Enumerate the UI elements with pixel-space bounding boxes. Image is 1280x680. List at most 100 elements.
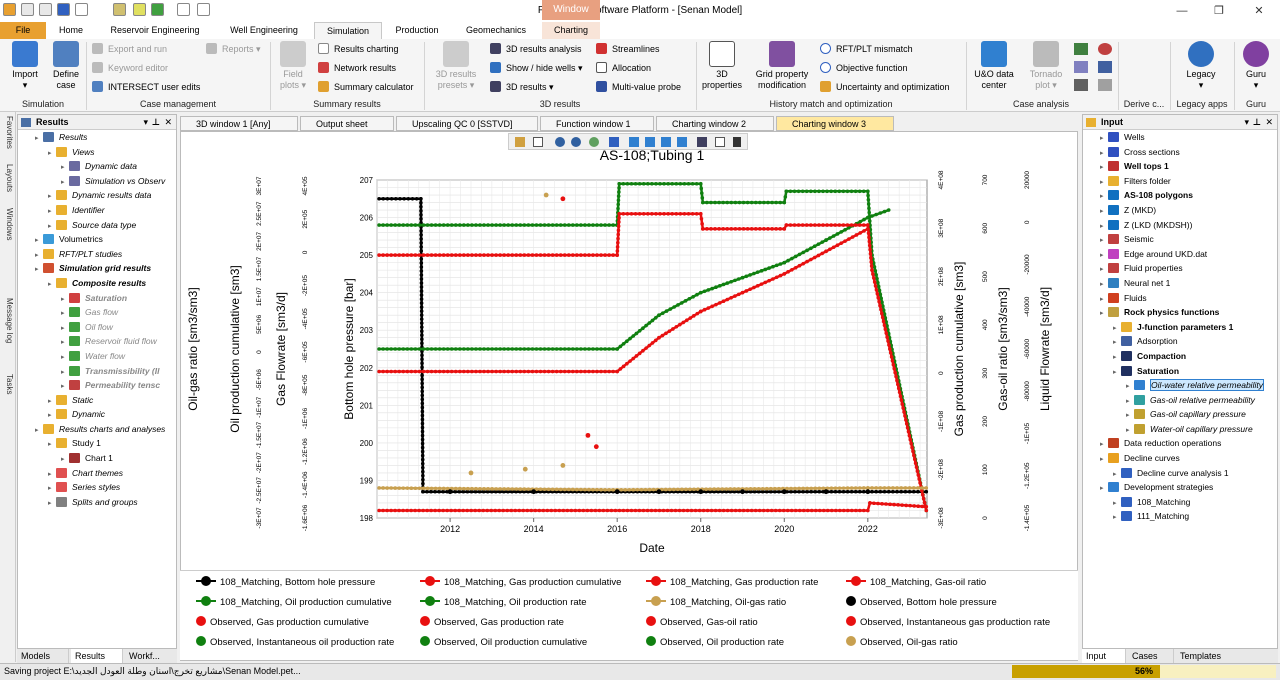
results_panel-tree-item[interactable]: ▸ Oil flow	[18, 320, 176, 335]
objective-function-button[interactable]: Objective function	[820, 62, 908, 75]
pan-icon[interactable]	[515, 137, 525, 147]
tornado-plot-button[interactable]: Tornado plot ▾	[1024, 41, 1068, 91]
dropdown-icon[interactable]: ▾	[143, 115, 148, 130]
results_panel-tree-item[interactable]: ▸ Views	[18, 145, 176, 160]
input_panel-tree-item[interactable]: ▸ Edge around UKD.dat	[1083, 247, 1277, 262]
favorites-side-tab[interactable]: Favorites	[2, 116, 14, 149]
expand-icon[interactable]: ▸	[48, 497, 56, 512]
input_panel-tree-item[interactable]: ▸ Rock physics functions	[1083, 305, 1277, 320]
input_panel-tree-item[interactable]: ▸ Compaction	[1083, 349, 1277, 364]
tab-charting-window-2[interactable]: Charting window 2	[656, 116, 774, 131]
3d-properties-button[interactable]: 3D properties	[700, 41, 744, 91]
grid-property-modification-button[interactable]: Grid property modification	[750, 41, 814, 91]
tab-well-engineering[interactable]: Well Engineering	[218, 22, 310, 39]
legend-item[interactable]: Observed, Oil production rate	[646, 633, 784, 653]
tab-charting[interactable]: Charting	[542, 22, 600, 39]
results_panel-tree-item[interactable]: ▸ RFT/PLT studies	[18, 247, 176, 262]
legend-item[interactable]: Observed, Gas-oil ratio	[646, 613, 758, 633]
legend-item[interactable]: 108_Matching, Bottom hole pressure	[196, 573, 375, 593]
plot-icon[interactable]	[1098, 61, 1112, 73]
input_panel-tree-item[interactable]: ▸ Water-oil capillary pressure	[1083, 422, 1277, 437]
tab-templates[interactable]: Templates	[1176, 649, 1246, 664]
input_panel-tree-item[interactable]: ▸ Saturation	[1083, 364, 1277, 379]
show-hide-wells-button[interactable]: Show / hide wells ▾	[490, 62, 583, 75]
input_panel-tree-item[interactable]: ▸ Neural net 1	[1083, 276, 1277, 291]
table-icon[interactable]	[1074, 79, 1088, 91]
tab-models[interactable]: Models	[17, 649, 69, 664]
summary-calculator-button[interactable]: Summary calculator	[318, 81, 414, 94]
input_panel-tree-item[interactable]: ▸ Wells	[1083, 130, 1277, 145]
results_panel-tree-item[interactable]: ▸ Dynamic	[18, 407, 176, 422]
message-log-side-tab[interactable]: Message log	[2, 298, 14, 343]
undo-icon[interactable]	[57, 3, 70, 16]
bar-icon[interactable]	[677, 137, 687, 147]
select-data-icon[interactable]	[609, 137, 619, 147]
close-panel-icon[interactable]: ✕	[164, 115, 172, 130]
import-button[interactable]: Import ▾	[6, 41, 44, 91]
results_panel-tree-item[interactable]: ▸ Dynamic data	[18, 159, 176, 174]
multi-value-probe-button[interactable]: Multi-value probe	[596, 81, 681, 94]
context-tab-window[interactable]: Window	[542, 0, 600, 20]
input_panel-tree-item[interactable]: ▸ Gas-oil capillary pressure	[1083, 407, 1277, 422]
rft-plt-mismatch-button[interactable]: RFT/PLT mismatch	[820, 43, 913, 56]
results_panel-tree-item[interactable]: ▸ Static	[18, 393, 176, 408]
export-image-icon[interactable]	[715, 137, 725, 147]
results_panel-tree-item[interactable]: ▸ Identifier	[18, 203, 176, 218]
legend-item[interactable]: Observed, Oil production cumulative	[420, 633, 587, 653]
bar-icon[interactable]	[645, 137, 655, 147]
input_panel-tree-item[interactable]: ▸ Filters folder	[1083, 174, 1277, 189]
input_panel-tree-item[interactable]: ▸ Adsorption	[1083, 334, 1277, 349]
legend-item[interactable]: 108_Matching, Gas production rate	[646, 573, 818, 593]
tab-results[interactable]: Results	[71, 649, 123, 664]
zoom-fit-icon[interactable]	[589, 137, 599, 147]
tasks-side-tab[interactable]: Tasks	[2, 374, 14, 394]
play-icon[interactable]	[133, 3, 146, 16]
zoom-in-icon[interactable]	[555, 137, 565, 147]
input_panel-tree-item[interactable]: ▸ Seismic	[1083, 232, 1277, 247]
results_panel-tree-item[interactable]: ▸ Volumetrics	[18, 232, 176, 247]
results_panel-tree-item[interactable]: ▸ Saturation	[18, 291, 176, 306]
results_panel-tree-item[interactable]: ▸ Simulation grid results	[18, 261, 176, 276]
input_panel-tree-item[interactable]: ▸ Z (LKD (MKDSH))	[1083, 218, 1277, 233]
select-icon[interactable]	[75, 3, 88, 16]
results_panel-tree-item[interactable]: ▸ Chart 1	[18, 451, 176, 466]
refresh-icon[interactable]	[151, 3, 164, 16]
minimize-button[interactable]: —	[1163, 0, 1201, 22]
3d-results-presets-button[interactable]: 3D results presets ▾	[430, 41, 482, 91]
bar-icon[interactable]	[629, 137, 639, 147]
results_panel-tree-item[interactable]: ▸ Source data type	[18, 218, 176, 233]
streamlines-button[interactable]: Streamlines	[596, 43, 660, 56]
results_panel-tree-item[interactable]: ▸ Water flow	[18, 349, 176, 364]
input_panel-tree-item[interactable]: ▸ Gas-oil relative permeability	[1083, 393, 1277, 408]
tab-production[interactable]: Production	[386, 22, 448, 39]
results_panel-tree-item[interactable]: ▸ Dynamic results data	[18, 188, 176, 203]
keyword-editor-button[interactable]: Keyword editor	[92, 62, 168, 75]
dropdown-icon[interactable]: ▾	[1244, 115, 1249, 130]
window-icon[interactable]	[177, 3, 190, 16]
uncertainty-optimization-button[interactable]: Uncertainty and optimization	[820, 81, 950, 94]
layouts-side-tab[interactable]: Layouts	[2, 164, 14, 192]
legend-item[interactable]: Observed, Gas production rate	[420, 613, 564, 633]
export-and-run-button[interactable]: Export and run	[92, 43, 167, 56]
chart-svg[interactable]: AS-108;Tubing 11981992002012022032042052…	[181, 132, 1079, 572]
input_panel-tree-item[interactable]: ▸ 108_Matching	[1083, 495, 1277, 510]
tab-home[interactable]: Home	[50, 22, 92, 39]
legacy-button[interactable]: Legacy ▾	[1176, 41, 1226, 91]
pin-toolbar-icon[interactable]	[733, 137, 741, 147]
guru-button[interactable]: Guru ▾	[1238, 41, 1274, 91]
expand-icon[interactable]: ▸	[1113, 511, 1121, 526]
legend-item[interactable]: 108_Matching, Oil-gas ratio	[646, 593, 786, 613]
results_panel-tree-item[interactable]: ▸ Study 1	[18, 436, 176, 451]
legend-item[interactable]: Observed, Bottom hole pressure	[846, 593, 997, 613]
legend-item[interactable]: Observed, Gas production cumulative	[196, 613, 369, 633]
camera-icon[interactable]	[697, 137, 707, 147]
tab-output-sheet[interactable]: Output sheet	[300, 116, 394, 131]
bar-chart-icon[interactable]	[1074, 43, 1088, 55]
input_panel-tree-item[interactable]: ▸ Development strategies	[1083, 480, 1277, 495]
results_panel-tree-item[interactable]: ▸ Series styles	[18, 480, 176, 495]
reports-button[interactable]: Reports ▾	[206, 43, 261, 56]
3d-results-analysis-button[interactable]: 3D results analysis	[490, 43, 582, 56]
3d-results-button[interactable]: 3D results ▾	[490, 81, 554, 94]
tab-3d-window-1[interactable]: 3D window 1 [Any]	[180, 116, 298, 131]
tab-workflow[interactable]: Workf...	[125, 649, 177, 664]
